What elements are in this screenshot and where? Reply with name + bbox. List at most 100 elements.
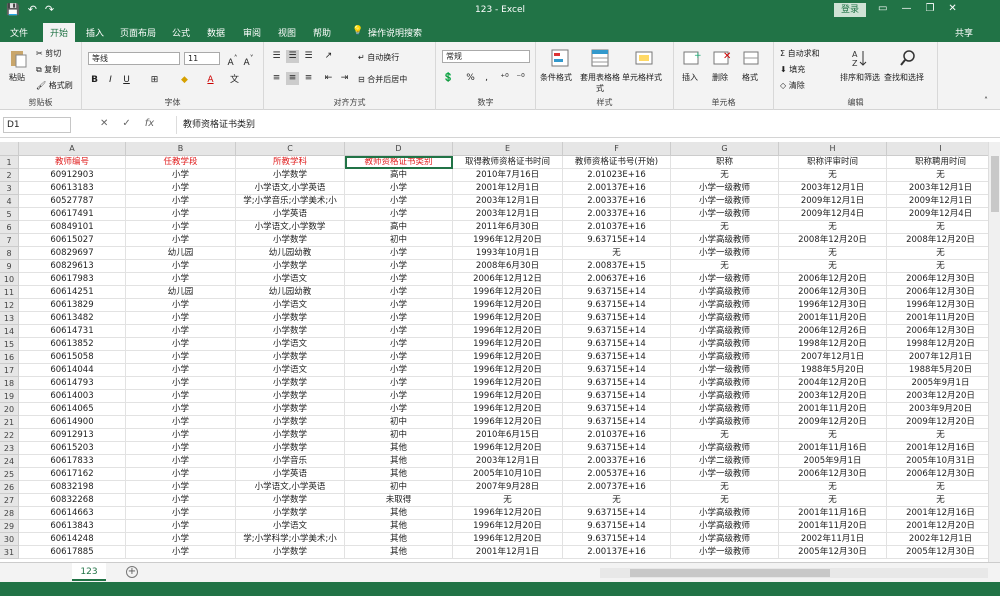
tab-view[interactable]: 视图 [278,26,296,39]
table-cell[interactable]: 60527787 [19,195,126,208]
table-cell[interactable]: 60849101 [19,221,126,234]
table-cell[interactable]: 小学一级教师 [671,182,779,195]
table-cell[interactable]: 2002年12月1日 [887,533,988,546]
header-cell[interactable]: 教师资格证书类别 [345,156,453,169]
table-cell[interactable]: 60617983 [19,273,126,286]
table-cell[interactable]: 无 [563,247,671,260]
table-cell[interactable]: 60615058 [19,351,126,364]
table-cell[interactable]: 小学 [126,442,236,455]
table-cell[interactable]: 2007年12月1日 [887,351,988,364]
table-cell[interactable]: 60829697 [19,247,126,260]
row-header[interactable]: 26 [0,481,19,494]
autosum-button[interactable]: Σ 自动求和 [780,48,820,59]
row-header[interactable]: 12 [0,299,19,312]
table-cell[interactable]: 9.63715E+14 [563,403,671,416]
table-cell[interactable]: 无 [887,429,988,442]
table-cell[interactable]: 无 [779,169,887,182]
add-sheet-button[interactable]: + [126,566,138,578]
table-cell[interactable]: 2003年12月1日 [453,208,563,221]
table-cell[interactable]: 小学 [126,481,236,494]
conditional-format-icon[interactable] [550,48,570,68]
column-header[interactable]: B [126,142,236,156]
insert-cells-button[interactable]: 插入 [682,72,698,83]
table-cell[interactable]: 小学 [345,364,453,377]
table-cell[interactable]: 高中 [345,221,453,234]
align-bottom-icon[interactable]: ☰ [302,50,315,63]
row-header[interactable]: 16 [0,351,19,364]
decrease-decimal-icon[interactable]: ⁻⁰ [514,72,527,85]
table-cell[interactable]: 1993年10月1日 [453,247,563,260]
font-name-select[interactable]: 等线 [88,52,180,65]
table-cell[interactable]: 无 [779,481,887,494]
row-header[interactable]: 30 [0,533,19,546]
table-cell[interactable]: 小学高级教师 [671,520,779,533]
table-cell[interactable]: 小学 [345,208,453,221]
tell-me-search[interactable]: 操作说明搜索 [368,26,422,39]
table-cell[interactable]: 幼儿园幼教 [236,286,345,299]
table-cell[interactable]: 小学数学 [236,546,345,559]
table-cell[interactable]: 60912913 [19,429,126,442]
table-cell[interactable]: 2006年12月30日 [887,468,988,481]
row-header[interactable]: 9 [0,260,19,273]
header-cell[interactable]: 教师编号 [19,156,126,169]
table-cell[interactable]: 2.00337E+16 [563,208,671,221]
table-cell[interactable]: 无 [671,429,779,442]
table-cell[interactable]: 小学数学 [236,377,345,390]
row-header[interactable]: 20 [0,403,19,416]
vertical-scroll-thumb[interactable] [991,156,999,212]
cell-styles-icon[interactable] [634,48,654,68]
find-select-button[interactable]: 查找和选择 [884,72,924,83]
table-cell[interactable]: 2003年12月1日 [779,182,887,195]
tab-data[interactable]: 数据 [207,26,225,39]
table-cell[interactable]: 小学 [345,390,453,403]
table-cell[interactable]: 2004年12月20日 [779,377,887,390]
table-cell[interactable]: 小学数学 [236,403,345,416]
paste-icon[interactable] [8,48,28,68]
table-cell[interactable]: 小学高级教师 [671,351,779,364]
table-cell[interactable]: 幼儿园 [126,286,236,299]
table-cell[interactable]: 小学一级教师 [671,247,779,260]
table-cell[interactable]: 小学数学 [236,494,345,507]
table-cell[interactable]: 其他 [345,520,453,533]
table-cell[interactable]: 9.63715E+14 [563,234,671,247]
table-cell[interactable]: 无 [453,494,563,507]
table-cell[interactable]: 2002年11月1日 [779,533,887,546]
table-cell[interactable]: 小学数学 [236,234,345,247]
table-cell[interactable]: 1996年12月20日 [453,312,563,325]
table-cell[interactable]: 9.63715E+14 [563,520,671,533]
row-header[interactable]: 3 [0,182,19,195]
table-cell[interactable]: 小学 [126,468,236,481]
table-cell[interactable]: 2003年12月20日 [887,390,988,403]
table-cell[interactable]: 2005年9月1日 [779,455,887,468]
table-cell[interactable]: 60614248 [19,533,126,546]
table-cell[interactable]: 其他 [345,546,453,559]
table-cell[interactable]: 小学一级教师 [671,273,779,286]
format-table-icon[interactable] [590,48,610,68]
table-cell[interactable]: 小学音乐 [236,455,345,468]
table-cell[interactable]: 无 [779,429,887,442]
table-cell[interactable]: 1996年12月20日 [453,403,563,416]
table-cell[interactable]: 9.63715E+14 [563,416,671,429]
table-cell[interactable]: 2003年12月1日 [887,182,988,195]
table-cell[interactable]: 无 [671,260,779,273]
tab-home[interactable]: 开始 [43,23,76,42]
header-cell[interactable]: 任教学段 [126,156,236,169]
header-cell[interactable]: 所教学科 [236,156,345,169]
table-cell[interactable]: 小学数学 [236,325,345,338]
shrink-font-icon[interactable]: A˅ [242,52,255,68]
table-cell[interactable]: 60912903 [19,169,126,182]
table-cell[interactable]: 2001年11月16日 [779,442,887,455]
table-cell[interactable]: 小学高级教师 [671,377,779,390]
table-cell[interactable]: 2003年9月20日 [887,403,988,416]
table-cell[interactable]: 60614003 [19,390,126,403]
column-header[interactable]: I [887,142,988,156]
ribbon-display-icon[interactable]: ▭ [878,3,887,14]
header-cell[interactable]: 职称 [671,156,779,169]
row-header[interactable]: 7 [0,234,19,247]
row-header[interactable]: 10 [0,273,19,286]
column-header[interactable]: H [779,142,887,156]
table-cell[interactable]: 9.63715E+14 [563,442,671,455]
table-cell[interactable]: 60617885 [19,546,126,559]
row-header[interactable]: 11 [0,286,19,299]
table-cell[interactable]: 2008年12月20日 [779,234,887,247]
